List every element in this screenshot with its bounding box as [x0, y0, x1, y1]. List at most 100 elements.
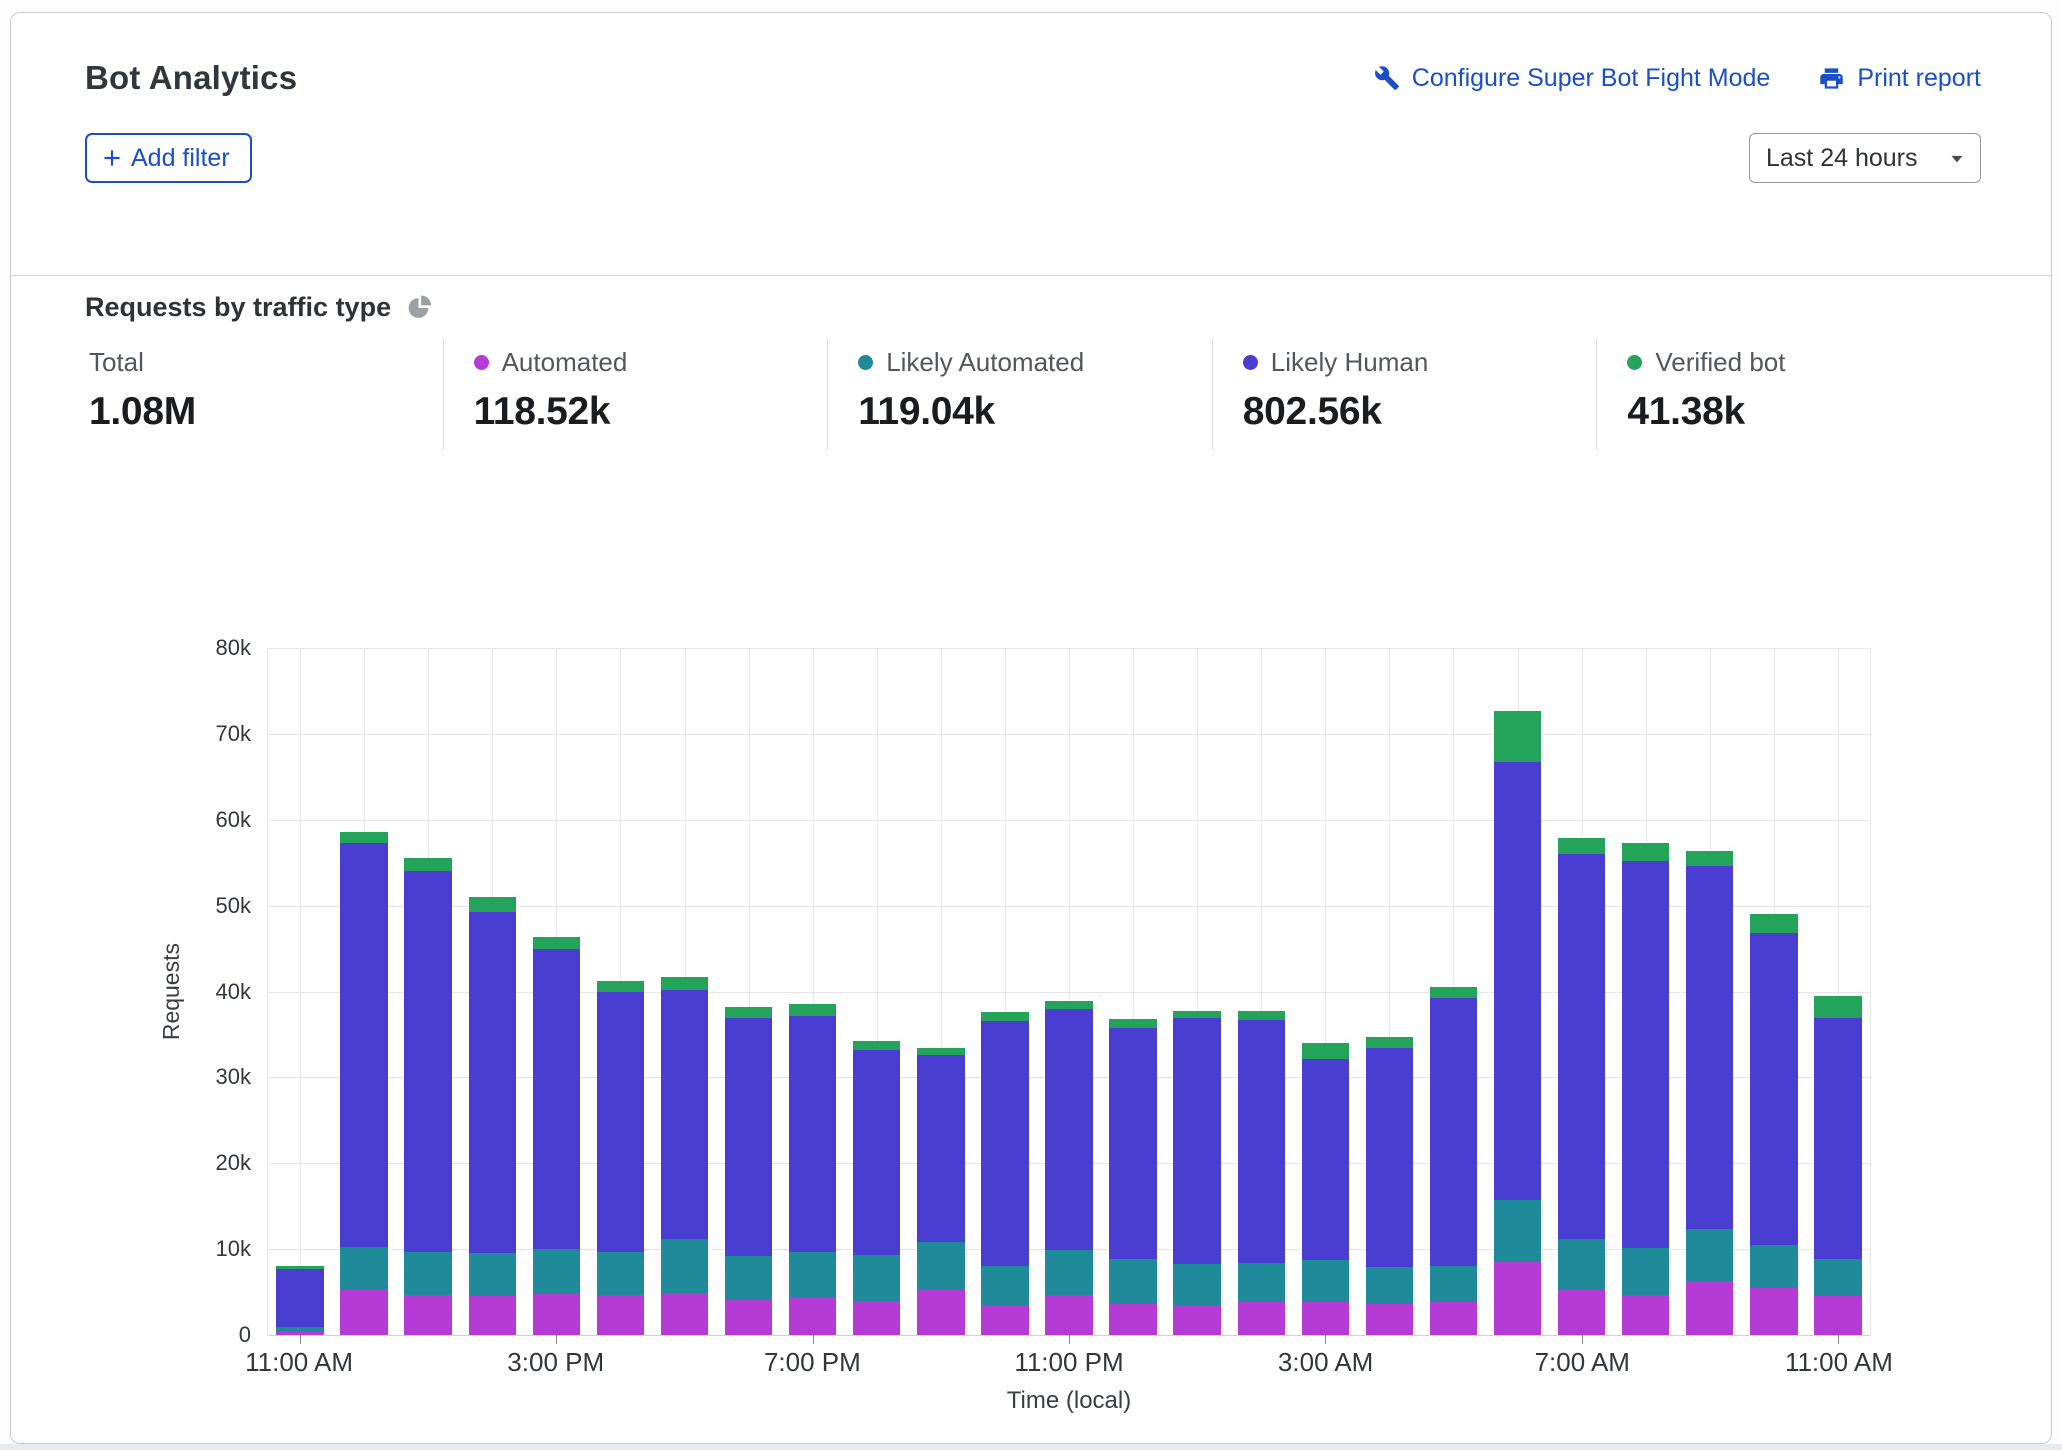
bar-stack[interactable] [276, 648, 323, 1335]
bar-segment-automated [853, 1301, 900, 1335]
wrench-icon [1374, 65, 1400, 91]
bar-slot [1357, 648, 1421, 1335]
bar-segment-likely-human [404, 871, 451, 1251]
bar-stack[interactable] [533, 648, 580, 1335]
bar-slot [1678, 648, 1742, 1335]
bar-stack[interactable] [661, 648, 708, 1335]
bar-segment-verified-bot [725, 1007, 772, 1018]
bar-segment-verified-bot [1686, 851, 1733, 866]
bar-stack[interactable] [1366, 648, 1413, 1335]
bar-slot [1806, 648, 1870, 1335]
bar-stack[interactable] [1045, 648, 1092, 1335]
configure-super-bot-fight-mode-link[interactable]: Configure Super Bot Fight Mode [1374, 64, 1771, 93]
bar-segment-likely-human [533, 949, 580, 1249]
y-tick-label: 60k [216, 807, 251, 833]
bar-segment-automated [340, 1290, 387, 1335]
x-axis-labels: 11:00 AM3:00 PM7:00 PM11:00 PM3:00 AM7:0… [267, 1337, 1871, 1383]
y-tick-label: 0 [239, 1322, 251, 1348]
time-range-select[interactable]: Last 24 hours [1749, 133, 1981, 183]
x-tick-label: 11:00 PM [1014, 1347, 1123, 1378]
bar-segment-likely-human [340, 843, 387, 1247]
bar-stack[interactable] [1430, 648, 1477, 1335]
stat-label: Likely Human [1271, 347, 1429, 378]
bar-segment-verified-bot [340, 832, 387, 843]
x-tick-label: 7:00 AM [1535, 1347, 1630, 1378]
bar-stack[interactable] [1494, 648, 1541, 1335]
bar-segment-likely-human [1494, 762, 1541, 1200]
bar-stack[interactable] [340, 648, 387, 1335]
pie-chart-icon [406, 295, 431, 320]
bar-segment-verified-bot [853, 1041, 900, 1050]
bar-segment-verified-bot [661, 977, 708, 990]
bar-segment-verified-bot [1238, 1011, 1285, 1020]
bar-stack[interactable] [1238, 648, 1285, 1335]
print-report-link[interactable]: Print report [1818, 64, 1981, 93]
bar-stack[interactable] [1558, 648, 1605, 1335]
add-filter-label: Add filter [131, 143, 230, 173]
bar-segment-likely-automated [725, 1256, 772, 1300]
printer-icon [1818, 65, 1845, 92]
bar-stack[interactable] [789, 648, 836, 1335]
bar-stack[interactable] [1686, 648, 1733, 1335]
bar-stack[interactable] [725, 648, 772, 1335]
stat-likely-human: Likely Human 802.56k [1212, 339, 1597, 450]
bar-slot [845, 648, 909, 1335]
bar-segment-verified-bot [917, 1048, 964, 1055]
bar-segment-likely-automated [340, 1247, 387, 1291]
bar-segment-automated [1494, 1262, 1541, 1335]
bar-segment-automated [725, 1300, 772, 1335]
bar-segment-verified-bot [1814, 996, 1861, 1018]
bar-slot [524, 648, 588, 1335]
bar-stack[interactable] [1814, 648, 1861, 1335]
plus-icon [99, 145, 125, 171]
bar-segment-automated [1302, 1302, 1349, 1335]
bar-segment-likely-human [1366, 1048, 1413, 1267]
bar-slot [1421, 648, 1485, 1335]
bar-slot [1614, 648, 1678, 1335]
y-tick-label: 50k [216, 893, 251, 919]
bar-segment-automated [1366, 1304, 1413, 1335]
bar-segment-likely-automated [1366, 1267, 1413, 1304]
bar-segment-likely-automated [1558, 1239, 1605, 1290]
bar-segment-likely-human [1173, 1018, 1220, 1264]
y-tick-label: 20k [216, 1150, 251, 1176]
bar-stack[interactable] [1302, 648, 1349, 1335]
bar-slot [1229, 648, 1293, 1335]
bar-segment-verified-bot [1622, 843, 1669, 861]
stat-label: Automated [502, 347, 628, 378]
bar-segment-automated [917, 1290, 964, 1335]
bar-slot [717, 648, 781, 1335]
y-tick-label: 40k [216, 979, 251, 1005]
bar-segment-likely-human [1686, 866, 1733, 1229]
bar-segment-likely-human [1302, 1059, 1349, 1260]
page-title: Bot Analytics [85, 59, 297, 97]
bar-slot [332, 648, 396, 1335]
bar-stack[interactable] [853, 648, 900, 1335]
bar-stack[interactable] [404, 648, 451, 1335]
bar-segment-likely-automated [597, 1252, 644, 1295]
bar-segment-automated [661, 1293, 708, 1335]
bot-analytics-card: Bot Analytics Configure Super Bot Fight … [10, 12, 2052, 1444]
bar-segment-automated [1814, 1296, 1861, 1336]
bar-stack[interactable] [597, 648, 644, 1335]
bar-segment-automated [1045, 1295, 1092, 1335]
bar-segment-automated [597, 1295, 644, 1335]
bar-stack[interactable] [917, 648, 964, 1335]
bar-stack[interactable] [981, 648, 1028, 1335]
bar-stack[interactable] [1173, 648, 1220, 1335]
bar-segment-likely-automated [1814, 1259, 1861, 1295]
bar-stack[interactable] [1622, 648, 1669, 1335]
add-filter-button[interactable]: Add filter [85, 133, 252, 183]
bar-segment-likely-automated [1686, 1229, 1733, 1281]
x-tick-label: 3:00 AM [1278, 1347, 1373, 1378]
bar-segment-likely-automated [469, 1253, 516, 1295]
bar-stack[interactable] [469, 648, 516, 1335]
bar-segment-likely-human [1430, 998, 1477, 1266]
bar-segment-verified-bot [597, 981, 644, 992]
x-tick-label: 3:00 PM [507, 1347, 604, 1378]
bar-stack[interactable] [1109, 648, 1156, 1335]
bar-segment-likely-automated [1173, 1264, 1220, 1305]
bar-stack[interactable] [1750, 648, 1797, 1335]
requests-section: Requests by traffic type Total 1.08M Aut… [11, 276, 2051, 1415]
bar-segment-verified-bot [981, 1012, 1028, 1021]
